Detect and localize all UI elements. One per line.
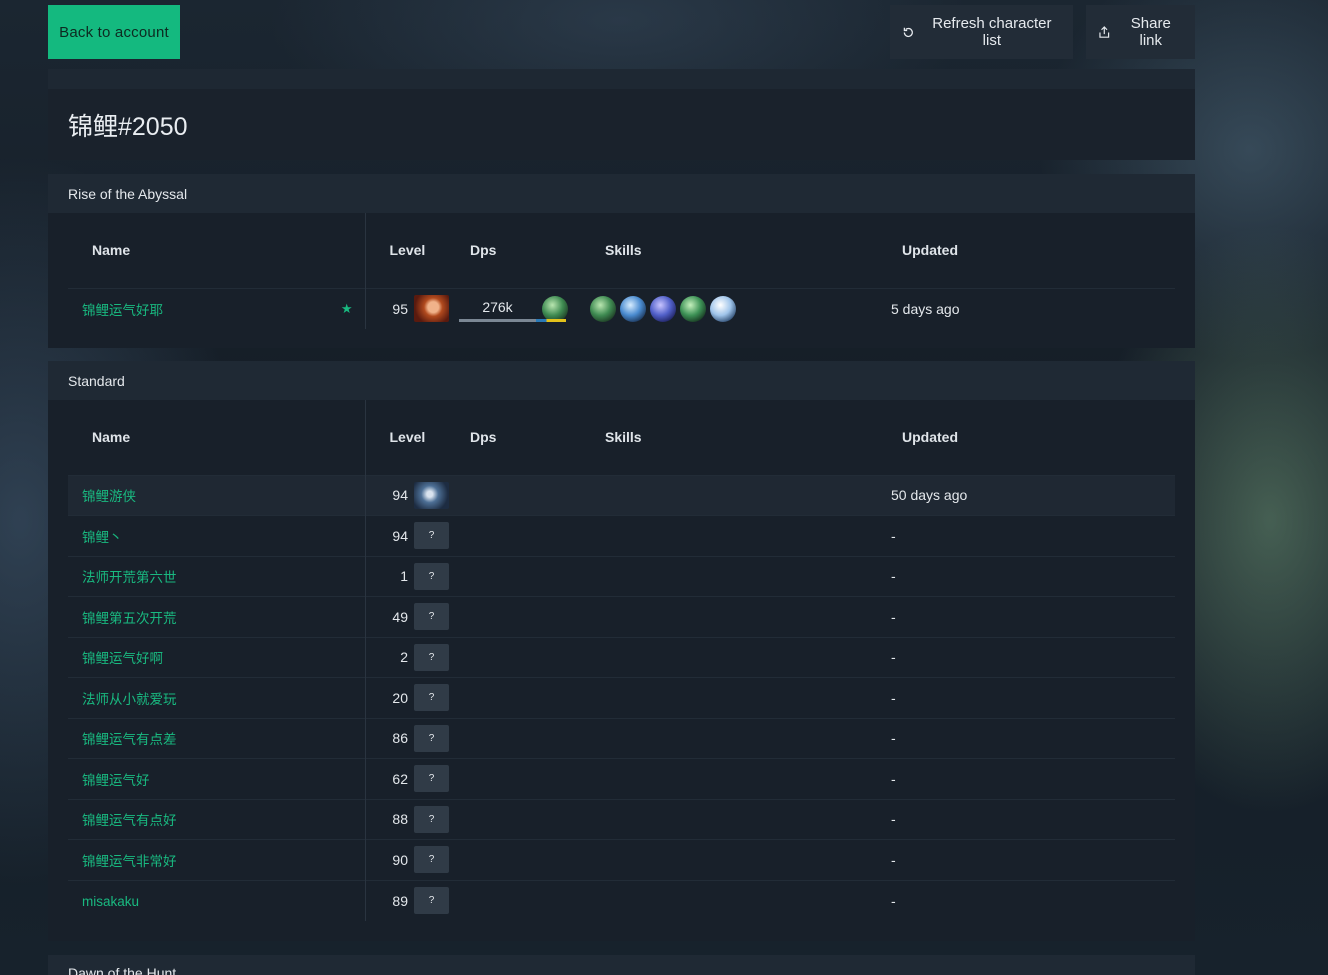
league-section-standard: Standard Name Level Dps Skills Updated 锦… bbox=[48, 361, 1195, 941]
table-row[interactable]: 锦鲤运气有点好 88? - bbox=[68, 798, 1175, 840]
character-level: 90 bbox=[392, 851, 408, 868]
table-row[interactable]: 锦鲤运气好啊 2? - bbox=[68, 636, 1175, 678]
updated-time: - bbox=[891, 811, 896, 828]
unknown-portrait: ? bbox=[414, 887, 449, 914]
updated-time: - bbox=[891, 689, 896, 706]
character-portrait bbox=[414, 481, 449, 509]
refresh-character-list-button[interactable]: Refresh character list bbox=[890, 5, 1073, 59]
character-link[interactable]: 锦鲤运气好耶 bbox=[82, 303, 163, 318]
updated-time: - bbox=[891, 770, 896, 787]
table-row[interactable]: 锦鲤运气有点差 86? - bbox=[68, 717, 1175, 759]
character-link[interactable]: 锦鲤游侠 bbox=[82, 489, 136, 504]
unknown-portrait: ? bbox=[414, 765, 449, 793]
top-toolbar: Back to account Refresh character list S… bbox=[48, 5, 1195, 59]
skill-gem-green-icon[interactable] bbox=[590, 295, 616, 322]
character-link[interactable]: 锦鲤运气好 bbox=[82, 773, 150, 788]
table-row[interactable]: 锦鲤丶 94? - bbox=[68, 515, 1175, 556]
character-level: 62 bbox=[392, 770, 408, 787]
column-header-dps[interactable]: Dps bbox=[449, 213, 584, 288]
character-link[interactable]: 锦鲤运气好啊 bbox=[82, 651, 163, 666]
table-row[interactable]: 锦鲤运气好 62? - bbox=[68, 758, 1175, 799]
updated-time: - bbox=[891, 568, 896, 585]
account-title: 锦鲤#2050 bbox=[68, 112, 188, 141]
skill-gem-blue-icon[interactable] bbox=[620, 295, 646, 322]
character-level: 89 bbox=[392, 892, 408, 909]
character-link[interactable]: 锦鲤第五次开荒 bbox=[82, 611, 177, 626]
column-header-updated[interactable]: Updated bbox=[881, 400, 1175, 475]
updated-time: 50 days ago bbox=[891, 487, 968, 504]
column-header-skills[interactable]: Skills bbox=[584, 400, 881, 475]
skills-list bbox=[584, 295, 881, 322]
column-header-level[interactable]: Level bbox=[365, 213, 449, 288]
league-title-dawn-of-the-hunt: Dawn of the Hunt bbox=[48, 955, 1195, 975]
character-link[interactable]: 锦鲤运气非常好 bbox=[82, 854, 177, 869]
column-header-updated[interactable]: Updated bbox=[881, 213, 1175, 288]
table-row[interactable]: misakaku 89? - bbox=[68, 879, 1175, 921]
share-label: Share link bbox=[1130, 15, 1171, 49]
character-link[interactable]: 锦鲤丶 bbox=[82, 530, 123, 545]
refresh-icon bbox=[903, 27, 913, 37]
unknown-portrait: ? bbox=[414, 562, 449, 590]
character-level: 95 bbox=[392, 300, 408, 317]
updated-time: - bbox=[891, 649, 896, 666]
character-link[interactable]: misakaku bbox=[82, 894, 139, 909]
skill-gem-green-icon[interactable] bbox=[680, 295, 706, 322]
table-row[interactable]: 锦鲤运气非常好 90? - bbox=[68, 839, 1175, 880]
character-table: Name Level Dps Skills Updated 锦鲤游侠 94 50 d… bbox=[68, 400, 1175, 921]
account-title-panel: 锦鲤#2050 bbox=[48, 89, 1195, 160]
unknown-portrait: ? bbox=[414, 684, 449, 712]
unknown-portrait: ? bbox=[414, 603, 449, 631]
header-strip bbox=[48, 69, 1195, 89]
column-header-skills[interactable]: Skills bbox=[584, 213, 881, 288]
table-row[interactable]: 法师开荒第六世 1? - bbox=[68, 555, 1175, 597]
unknown-portrait: ? bbox=[414, 724, 449, 752]
character-level: 94 bbox=[392, 487, 408, 504]
column-header-name[interactable]: Name bbox=[68, 400, 366, 475]
character-level: 94 bbox=[392, 527, 408, 544]
unknown-portrait: ? bbox=[414, 846, 449, 874]
star-icon: ★ bbox=[340, 300, 353, 316]
table-row[interactable]: 锦鲤第五次开荒 49? - bbox=[68, 596, 1175, 637]
character-level: 1 bbox=[400, 568, 408, 585]
table-row[interactable]: 锦鲤游侠 94 50 days ago bbox=[68, 474, 1175, 516]
character-link[interactable]: 锦鲤运气有点好 bbox=[82, 813, 177, 828]
share-icon bbox=[1099, 25, 1110, 38]
character-link[interactable]: 法师从小就爱玩 bbox=[82, 692, 177, 707]
table-row[interactable]: 法师从小就爱玩 20? - bbox=[68, 677, 1175, 718]
updated-time: - bbox=[891, 851, 896, 868]
character-level: 86 bbox=[392, 730, 408, 747]
dps-bar-accent bbox=[536, 318, 566, 322]
character-level: 20 bbox=[392, 689, 408, 706]
character-link[interactable]: 锦鲤运气有点差 bbox=[82, 732, 177, 747]
character-link[interactable]: 法师开荒第六世 bbox=[82, 570, 177, 585]
character-level: 88 bbox=[392, 811, 408, 828]
unknown-portrait: ? bbox=[414, 643, 449, 671]
skill-gem-violet-icon[interactable] bbox=[650, 295, 676, 322]
character-level: 2 bbox=[400, 649, 408, 666]
updated-time: - bbox=[891, 730, 896, 747]
dps-bar bbox=[459, 318, 537, 322]
unknown-portrait: ? bbox=[414, 805, 449, 833]
column-header-dps[interactable]: Dps bbox=[449, 400, 584, 475]
character-table: Name Level Dps Skills Updated 锦鲤运气好耶 ★ 9… bbox=[68, 213, 1175, 329]
league-section-rise-of-the-abyssal: Rise of the Abyssal Name Level Dps Skill… bbox=[48, 174, 1195, 348]
updated-time: - bbox=[891, 608, 896, 625]
updated-time: 5 days ago bbox=[891, 300, 960, 317]
refresh-label: Refresh character list bbox=[932, 15, 1052, 49]
league-title: Rise of the Abyssal bbox=[48, 174, 1195, 213]
column-header-level[interactable]: Level bbox=[365, 400, 449, 475]
character-level: 49 bbox=[392, 608, 408, 625]
share-link-button[interactable]: Share link bbox=[1086, 5, 1195, 59]
skill-gem-white-icon[interactable] bbox=[710, 295, 736, 322]
back-to-account-button[interactable]: Back to account bbox=[48, 5, 180, 59]
character-portrait bbox=[414, 295, 449, 322]
unknown-portrait: ? bbox=[414, 522, 449, 550]
updated-time: - bbox=[891, 527, 896, 544]
column-header-name[interactable]: Name bbox=[68, 213, 366, 288]
updated-time: - bbox=[891, 892, 896, 909]
table-row[interactable]: 锦鲤运气好耶 ★ 95 276k 5 days ago bbox=[68, 287, 1175, 329]
league-title: Standard bbox=[48, 361, 1195, 400]
dps-value: 276k bbox=[459, 299, 566, 322]
